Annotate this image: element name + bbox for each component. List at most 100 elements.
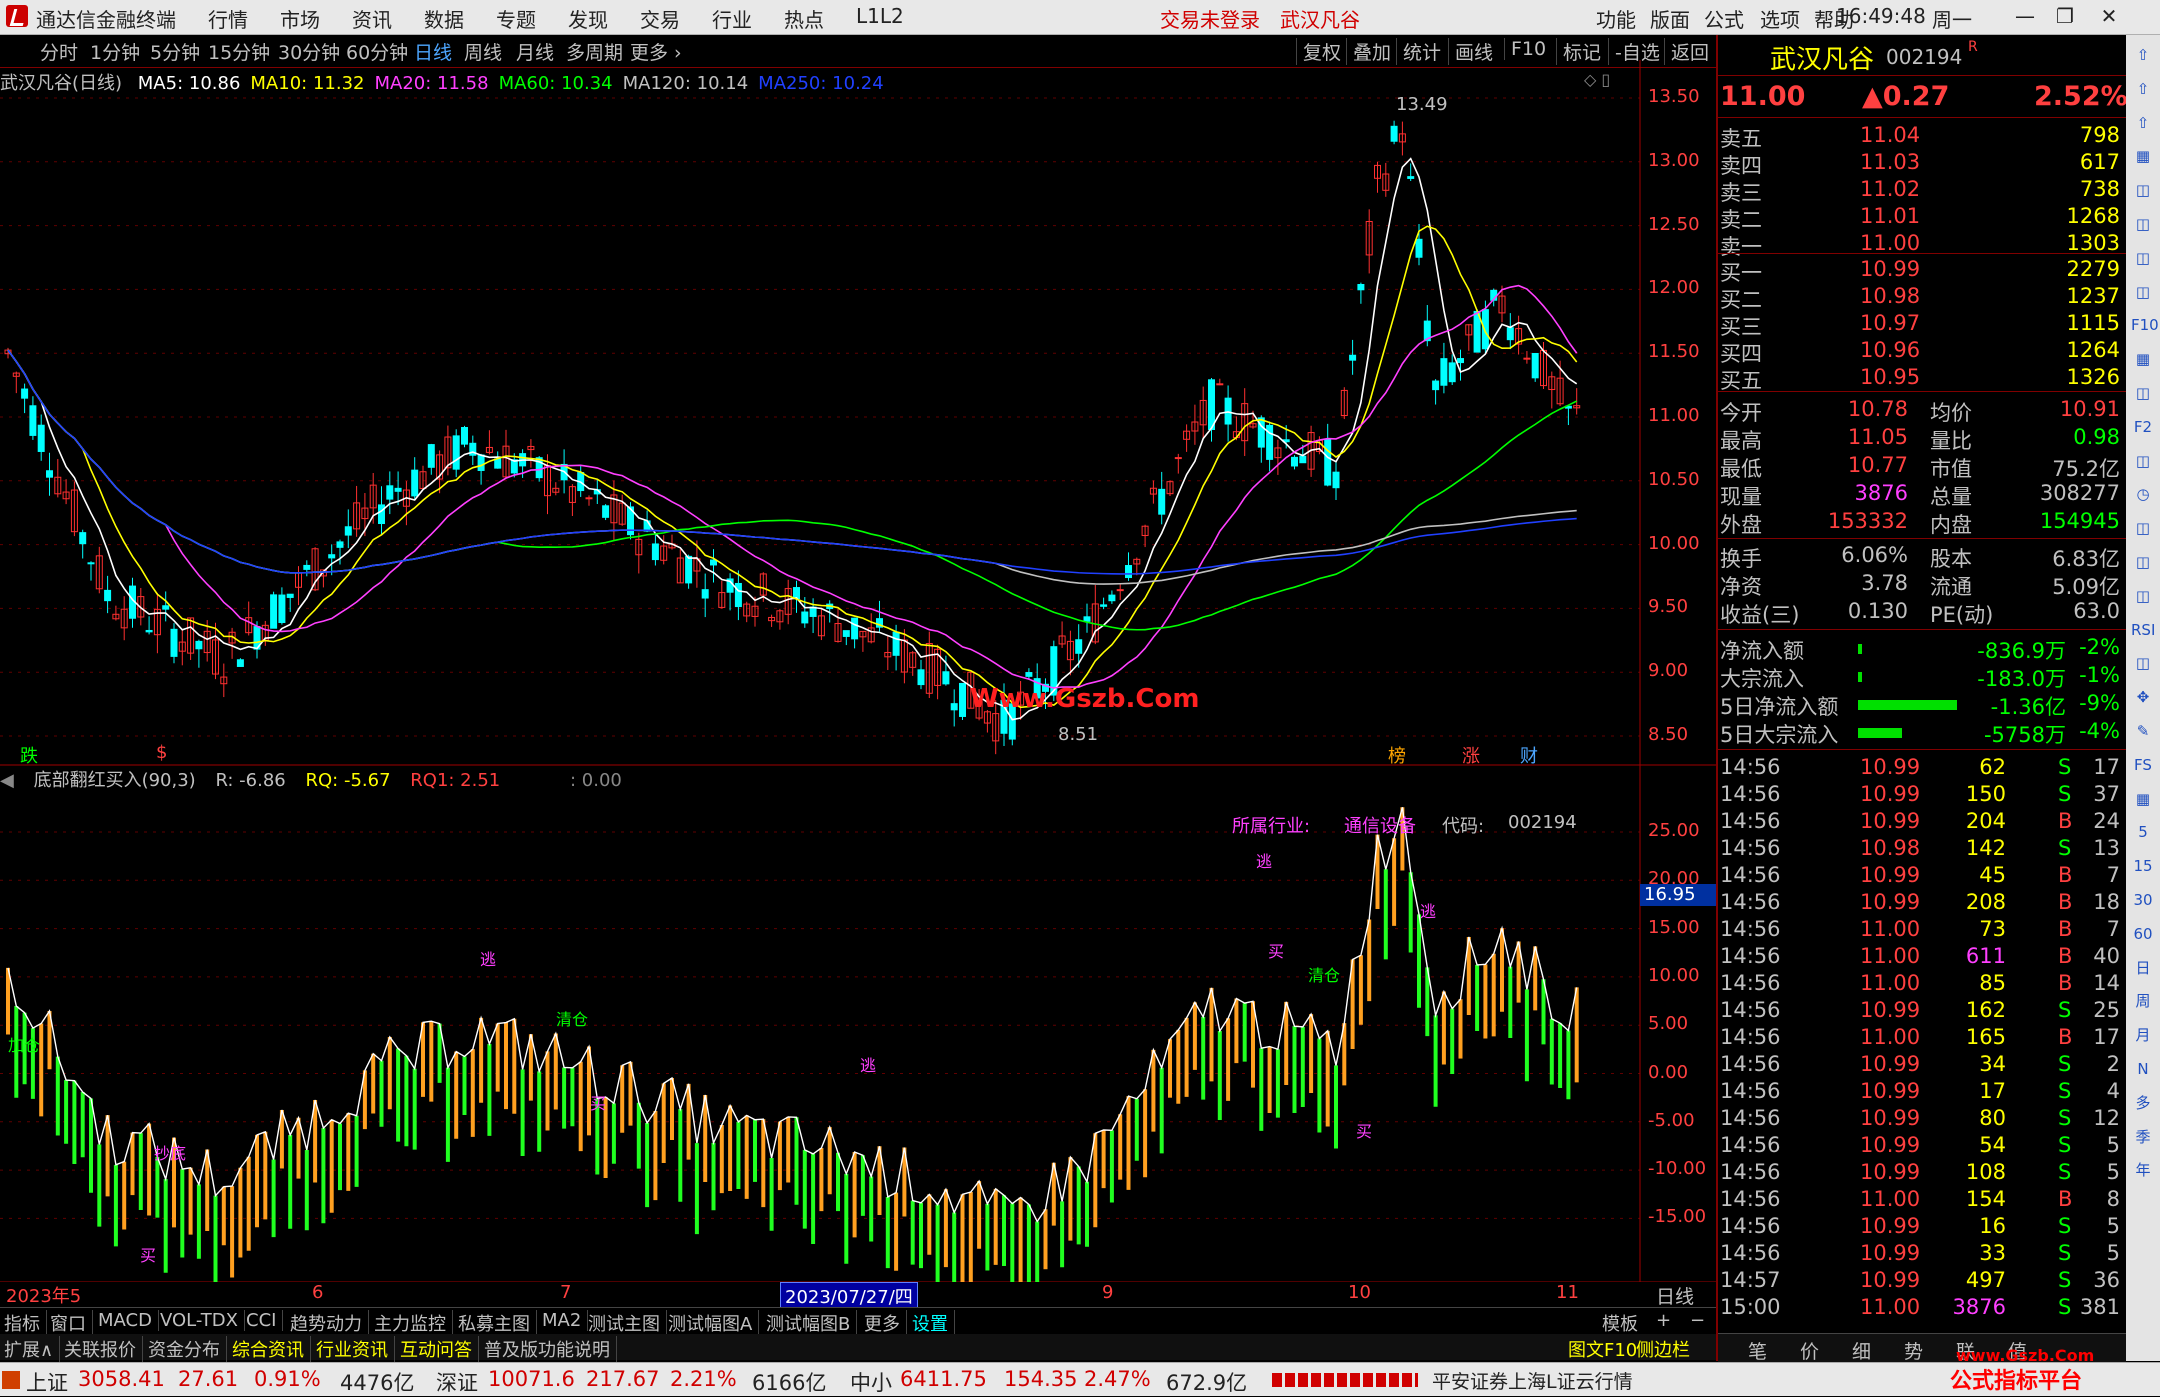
candle-body: [1083, 616, 1091, 622]
clock-icon[interactable]: ◷: [2131, 482, 2155, 506]
indicator-tab-7[interactable]: 私募主图: [458, 1310, 537, 1336]
sidebar-toggle-0[interactable]: 图文F10: [1568, 1336, 1643, 1362]
menu-0[interactable]: 行情: [208, 4, 248, 33]
indicator-tab-3[interactable]: VOL-TDX: [160, 1310, 245, 1331]
candle-body: [602, 505, 610, 518]
tick-volume: 165: [1965, 1025, 2006, 1049]
side-button-24[interactable]: 15: [2131, 854, 2155, 878]
side-button-30[interactable]: N: [2131, 1057, 2155, 1081]
up-icon[interactable]: ⇧: [2131, 43, 2155, 67]
quote-tab-3[interactable]: 势: [1904, 1337, 1923, 1364]
extension-tab-3[interactable]: 综合资讯: [232, 1336, 311, 1362]
extension-tab-6[interactable]: 普及版功能说明: [484, 1336, 617, 1362]
menu-4[interactable]: 专题: [496, 4, 536, 33]
right-menu-1[interactable]: 版面: [1650, 4, 1690, 33]
grid-icon[interactable]: ▦: [2131, 347, 2155, 371]
flow-label: 大宗流入: [1720, 667, 1804, 691]
side-button-17[interactable]: RSI: [2131, 618, 2155, 642]
chart-icon[interactable]: ◫: [2131, 550, 2155, 574]
menu-2[interactable]: 资讯: [352, 4, 392, 33]
chart-icon[interactable]: ◫: [2131, 516, 2155, 540]
side-button-23[interactable]: 5: [2131, 820, 2155, 844]
chart-icon[interactable]: ◫: [2131, 449, 2155, 473]
indicator-tab-6[interactable]: 主力监控: [374, 1310, 453, 1336]
minimize-icon[interactable]: —: [2010, 4, 2040, 28]
indicator-tab-5[interactable]: 趋势动力: [290, 1310, 369, 1336]
move-icon[interactable]: ✥: [2131, 685, 2155, 709]
chart-marker-2[interactable]: 榜: [1388, 742, 1406, 768]
chart-icon[interactable]: ◫: [2131, 280, 2155, 304]
up-icon[interactable]: ⇧: [2131, 111, 2155, 135]
side-button-26[interactable]: 60: [2131, 922, 2155, 946]
quote-tab-2[interactable]: 细: [1852, 1337, 1871, 1364]
indicator-tab-9[interactable]: 测试主图: [588, 1310, 667, 1336]
chart-marker-4[interactable]: 财: [1520, 742, 1538, 768]
menu-3[interactable]: 数据: [424, 4, 464, 33]
side-button-11[interactable]: F2: [2131, 415, 2155, 439]
chart-icon[interactable]: ◫: [2131, 584, 2155, 608]
indicator-tab-0[interactable]: 指标: [4, 1310, 47, 1336]
zx-label[interactable]: 中小: [850, 1367, 892, 1397]
indicator-tab-10[interactable]: 测试幅图A: [668, 1310, 760, 1336]
tick-price: 10.99: [1860, 1133, 1921, 1157]
side-button-32[interactable]: 季: [2131, 1125, 2155, 1149]
template-button-1[interactable]: +: [1656, 1310, 1677, 1331]
sz-label[interactable]: 深证: [436, 1367, 478, 1397]
quote-tab-1[interactable]: 价: [1800, 1337, 1819, 1364]
grid-icon[interactable]: ▦: [2131, 787, 2155, 811]
chart-icon[interactable]: ◫: [2131, 246, 2155, 270]
chart-marker-3[interactable]: 涨: [1462, 742, 1480, 768]
chart-canvas[interactable]: [0, 60, 1716, 1282]
tick-price: 10.99: [1860, 1241, 1921, 1265]
side-button-29[interactable]: 月: [2131, 1023, 2155, 1047]
grid-icon[interactable]: ▦: [2131, 144, 2155, 168]
chart-button-4[interactable]: F10: [1504, 38, 1546, 60]
extension-tab-1[interactable]: 关联报价: [64, 1336, 143, 1362]
indicator-tab-13[interactable]: 设置: [912, 1310, 955, 1336]
menu-9[interactable]: L1L2: [856, 4, 904, 28]
extension-tab-2[interactable]: 资金分布: [148, 1336, 227, 1362]
side-button-27[interactable]: 日: [2131, 956, 2155, 980]
menu-6[interactable]: 交易: [640, 4, 680, 33]
chart-marker-1[interactable]: $: [156, 742, 167, 763]
side-button-28[interactable]: 周: [2131, 989, 2155, 1013]
chart-icon[interactable]: ◫: [2131, 651, 2155, 675]
side-button-21[interactable]: FS: [2131, 753, 2155, 777]
indicator-tab-4[interactable]: CCI: [246, 1310, 284, 1331]
chart-marker-0[interactable]: 跌: [20, 742, 38, 768]
chart-icon[interactable]: ◫: [2131, 381, 2155, 405]
indicator-tab-8[interactable]: MA2: [542, 1310, 589, 1331]
chart-icon[interactable]: ◫: [2131, 212, 2155, 236]
template-button-0[interactable]: 模板: [1602, 1310, 1644, 1336]
side-button-8[interactable]: F10: [2131, 313, 2159, 337]
menu-7[interactable]: 行业: [712, 4, 752, 33]
template-button-2[interactable]: −: [1690, 1310, 1711, 1331]
side-button-25[interactable]: 30: [2131, 888, 2155, 912]
menu-8[interactable]: 热点: [784, 4, 824, 33]
extension-tab-5[interactable]: 互动问答: [400, 1336, 479, 1362]
indicator-tab-1[interactable]: 窗口: [50, 1310, 93, 1336]
chart-icon[interactable]: ◫: [2131, 178, 2155, 202]
side-button-31[interactable]: 多: [2131, 1091, 2155, 1115]
indicator-expand-icon[interactable]: ◀: [0, 770, 14, 791]
menu-1[interactable]: 市场: [280, 4, 320, 33]
right-menu-0[interactable]: 功能: [1596, 4, 1636, 33]
side-button-33[interactable]: 年: [2131, 1158, 2155, 1182]
quote-change: ▲0.27: [1862, 81, 1950, 112]
indicator-tab-2[interactable]: MACD: [98, 1310, 159, 1331]
indicator-tab-11[interactable]: 测试幅图B: [766, 1310, 858, 1336]
quote-tab-0[interactable]: 笔: [1748, 1337, 1767, 1364]
trade-status[interactable]: 交易未登录: [1160, 4, 1260, 33]
extension-tab-0[interactable]: 扩展∧: [4, 1336, 61, 1362]
sh-label[interactable]: 上证: [26, 1367, 68, 1397]
extension-tab-4[interactable]: 行业资讯: [316, 1336, 395, 1362]
indicator-tab-12[interactable]: 更多: [864, 1310, 907, 1336]
right-menu-3[interactable]: 选项: [1760, 4, 1800, 33]
close-icon[interactable]: ✕: [2094, 4, 2124, 28]
up-icon[interactable]: ⇧: [2131, 77, 2155, 101]
right-menu-2[interactable]: 公式: [1704, 4, 1744, 33]
pen-icon[interactable]: ✎: [2131, 719, 2155, 743]
menu-5[interactable]: 发现: [568, 4, 608, 33]
x-axis-label-3[interactable]: 2023/07/27/四: [780, 1282, 918, 1310]
restore-icon[interactable]: ❐: [2050, 4, 2080, 28]
